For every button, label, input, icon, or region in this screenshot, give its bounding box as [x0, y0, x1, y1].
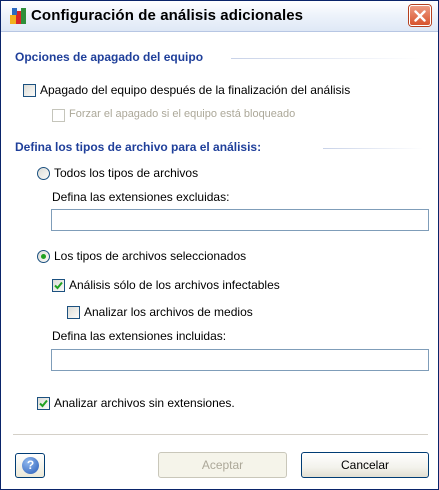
section-divider [323, 148, 423, 149]
window-title: Configuración de análisis adicionales [31, 7, 304, 24]
section-divider [231, 58, 421, 59]
media-files-checkbox[interactable] [67, 306, 80, 319]
included-extensions-field[interactable] [51, 349, 429, 371]
help-icon: ? [22, 457, 39, 474]
avg-app-icon [9, 7, 27, 25]
radio-selected-dot [41, 254, 46, 259]
all-types-label[interactable]: Todos los tipos de archivos [54, 166, 198, 180]
checkmark-icon [39, 399, 48, 408]
no-extension-checkbox[interactable] [37, 397, 50, 410]
force-shutdown-label[interactable]: Forzar el apagado si el equipo está bloq… [69, 108, 295, 120]
included-extensions-label: Defina las extensiones incluidas: [52, 329, 227, 343]
shutdown-section-heading: Opciones de apagado del equipo [15, 50, 204, 64]
excluded-extensions-input[interactable] [52, 210, 428, 230]
all-types-radio[interactable] [37, 167, 50, 180]
selected-types-label[interactable]: Los tipos de archivos seleccionados [54, 249, 246, 263]
excluded-extensions-label: Defina las extensiones excluidas: [52, 190, 230, 204]
media-files-label[interactable]: Analizar los archivos de medios [84, 305, 253, 319]
checkmark-icon [54, 281, 63, 290]
dialog-window: Configuración de análisis adicionales Op… [0, 0, 439, 490]
selected-types-radio[interactable] [37, 250, 50, 263]
shutdown-after-label[interactable]: Apagado del equipo después de la finaliz… [40, 83, 350, 97]
cancel-button[interactable]: Cancelar [301, 452, 429, 478]
shutdown-after-checkbox[interactable] [23, 84, 36, 97]
excluded-extensions-field[interactable] [51, 209, 429, 231]
infectable-only-label[interactable]: Análisis sólo de los archivos infectable… [69, 278, 280, 292]
title-bar[interactable]: Configuración de análisis adicionales [1, 1, 438, 32]
close-button[interactable] [409, 5, 431, 26]
force-shutdown-checkbox[interactable] [52, 109, 65, 122]
infectable-only-checkbox[interactable] [52, 279, 65, 292]
included-extensions-input[interactable] [52, 350, 428, 370]
help-button[interactable]: ? [15, 453, 45, 478]
accept-button[interactable]: Aceptar [158, 452, 287, 478]
filetypes-section-heading: Defina los tipos de archivo para el anál… [15, 140, 262, 154]
no-extension-label[interactable]: Analizar archivos sin extensiones. [54, 396, 235, 410]
footer-separator [13, 434, 428, 435]
